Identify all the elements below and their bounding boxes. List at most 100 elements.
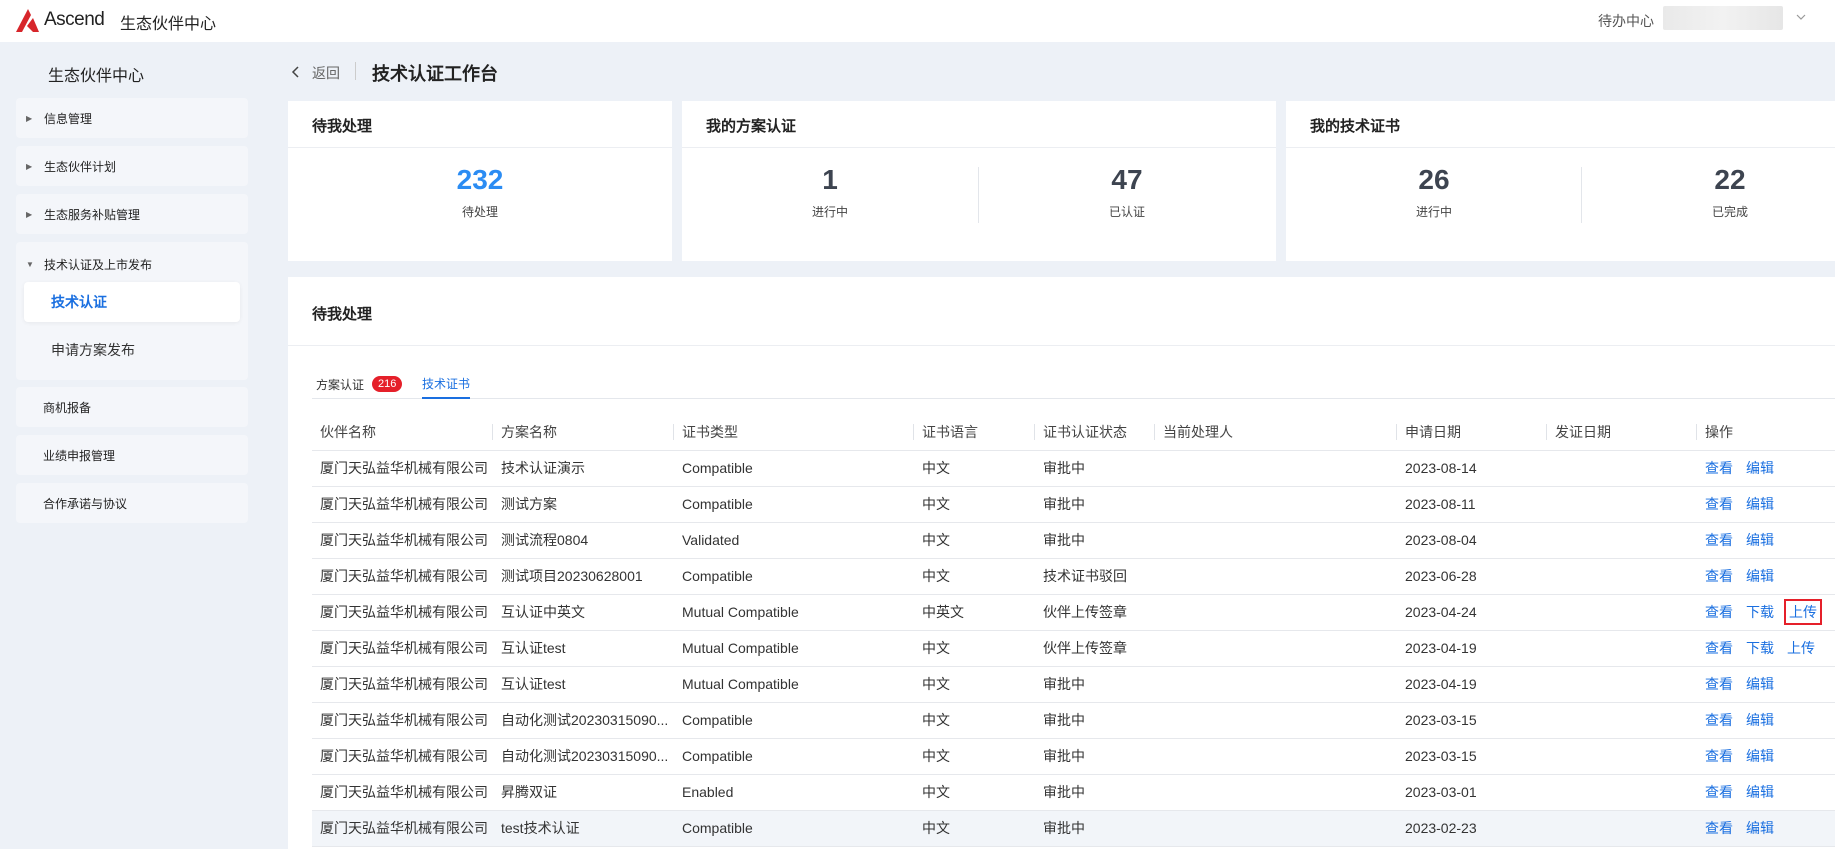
sidebar-item-performance-report[interactable]: 业绩申报管理 — [16, 435, 248, 475]
pending-panel: 待我处理 方案认证 216 技术证书 伙伴名称 方案名称 证书类型 证书语言 证… — [288, 277, 1835, 849]
table-cell-apply-date: 2023-08-04 — [1397, 522, 1547, 559]
table-row: 厦门天弘益华机械有限公司 互认证中英文 Mutual Compatible 中英文 伙伴… — [312, 594, 1835, 631]
table-cell-apply-date: 2023-03-15 — [1397, 738, 1547, 775]
table-row: 厦门天弘益华机械有限公司 测试流程0804 Validated 中文 审批中 2023-0… — [312, 522, 1835, 559]
edit-button[interactable]: 编辑 — [1746, 746, 1774, 766]
sidebar-item-agreements[interactable]: 合作承诺与协议 — [16, 483, 248, 523]
sidebar-item-tech-certification-release[interactable]: ▼ 技术认证及上市发布 — [16, 256, 152, 273]
edit-button[interactable]: 编辑 — [1746, 530, 1774, 550]
view-button[interactable]: 查看 — [1705, 782, 1733, 802]
edit-button[interactable]: 编辑 — [1746, 818, 1774, 838]
table-cell-actions: 查看 编辑 — [1697, 522, 1835, 559]
table-cell-type: Compatible — [674, 450, 914, 487]
table-cell-type: Validated — [674, 522, 914, 559]
table-cell-solution: 自动化测试20230315090... — [493, 738, 674, 775]
stat-solutions-certified[interactable]: 47 已认证 — [1077, 159, 1177, 220]
table-cell-apply-date: 2023-02-23 — [1397, 810, 1547, 847]
table-cell-partner: 厦门天弘益华机械有限公司 — [312, 558, 493, 595]
edit-button[interactable]: 编辑 — [1746, 782, 1774, 802]
column-header: 发证日期 — [1547, 414, 1697, 451]
stat-certificates-completed[interactable]: 22 已完成 — [1680, 159, 1780, 220]
ascend-logo[interactable]: Ascend — [14, 6, 105, 34]
table-cell-lang: 中文 — [914, 810, 1035, 847]
stat-pending[interactable]: 232 待处理 — [430, 159, 530, 220]
chevron-down-icon[interactable] — [1794, 10, 1808, 24]
sidebar-item-subsidy-management[interactable]: ▶ 生态服务补贴管理 — [16, 194, 248, 234]
table-cell-lang: 中文 — [914, 486, 1035, 523]
table-cell-issue-date — [1547, 630, 1697, 667]
user-name-redacted[interactable] — [1663, 6, 1783, 30]
edit-button[interactable]: 编辑 — [1746, 458, 1774, 478]
table-row: 厦门天弘益华机械有限公司 互认证test Mutual Compatible 中文 审批… — [312, 666, 1835, 703]
sidebar-item-opportunity-report[interactable]: 商机报备 — [16, 387, 248, 427]
edit-button[interactable]: 编辑 — [1746, 710, 1774, 730]
edit-button[interactable]: 编辑 — [1746, 674, 1774, 694]
todo-center-link[interactable]: 待办中心 — [1598, 11, 1654, 31]
table-cell-handler — [1155, 486, 1397, 523]
column-header: 证书语言 — [914, 414, 1035, 451]
stat-value: 1 — [822, 164, 838, 195]
tab-tech-certificate[interactable]: 技术证书 — [422, 369, 471, 399]
table-cell-partner: 厦门天弘益华机械有限公司 — [312, 450, 493, 487]
table-cell-handler — [1155, 558, 1397, 595]
table-header-row: 伙伴名称 方案名称 证书类型 证书语言 证书认证状态 当前处理人 申请日期 发证… — [312, 414, 1835, 451]
table-cell-partner: 厦门天弘益华机械有限公司 — [312, 774, 493, 811]
stat-value: 47 — [1111, 164, 1143, 195]
table-cell-type: Mutual Compatible — [674, 666, 914, 703]
sidebar-subitem-tech-certification[interactable]: 技术认证 — [24, 282, 240, 322]
table-cell-type: Compatible — [674, 558, 914, 595]
table-cell-partner: 厦门天弘益华机械有限公司 — [312, 738, 493, 775]
tab-label: 技术证书 — [422, 376, 471, 391]
view-button[interactable]: 查看 — [1705, 494, 1733, 514]
table-cell-issue-date — [1547, 486, 1697, 523]
table-row: 厦门天弘益华机械有限公司 技术认证演示 Compatible 中文 审批中 2023-08… — [312, 450, 1835, 487]
table-cell-actions: 查看 编辑 — [1697, 810, 1835, 847]
table-cell-solution: 昇腾双证 — [493, 774, 674, 811]
table-cell-issue-date — [1547, 810, 1697, 847]
column-header: 当前处理人 — [1155, 414, 1397, 451]
view-button[interactable]: 查看 — [1705, 458, 1733, 478]
table-cell-partner: 厦门天弘益华机械有限公司 — [312, 522, 493, 559]
upload-button[interactable]: 上传 — [1784, 599, 1822, 625]
view-button[interactable]: 查看 — [1705, 674, 1733, 694]
table-cell-issue-date — [1547, 702, 1697, 739]
back-button[interactable]: 返回 — [312, 63, 340, 83]
view-button[interactable]: 查看 — [1705, 638, 1733, 658]
divider — [682, 147, 1276, 148]
view-button[interactable]: 查看 — [1705, 710, 1733, 730]
chevron-left-icon[interactable] — [290, 65, 302, 79]
table-cell-issue-date — [1547, 774, 1697, 811]
table-cell-solution: 测试项目20230628001 — [493, 558, 674, 595]
sidebar-item-label: 商机报备 — [43, 400, 92, 415]
table-cell-issue-date — [1547, 594, 1697, 631]
column-header: 方案名称 — [493, 414, 674, 451]
card-title: 待我处理 — [312, 118, 373, 135]
view-button[interactable]: 查看 — [1705, 530, 1733, 550]
view-button[interactable]: 查看 — [1705, 602, 1733, 622]
view-button[interactable]: 查看 — [1705, 818, 1733, 838]
sidebar-subitem-apply-solution-release[interactable]: 申请方案发布 — [24, 330, 240, 370]
upload-button[interactable]: 上传 — [1787, 638, 1815, 658]
stat-solutions-in-progress[interactable]: 1 进行中 — [780, 159, 880, 220]
table-cell-handler — [1155, 810, 1397, 847]
sidebar-item-partner-plan[interactable]: ▶ 生态伙伴计划 — [16, 146, 248, 186]
edit-button[interactable]: 编辑 — [1746, 566, 1774, 586]
view-button[interactable]: 查看 — [1705, 566, 1733, 586]
download-button[interactable]: 下载 — [1746, 638, 1774, 658]
stat-label: 待处理 — [461, 205, 498, 219]
view-button[interactable]: 查看 — [1705, 746, 1733, 766]
table-row: 厦门天弘益华机械有限公司 自动化测试20230315090... Compatibl… — [312, 738, 1835, 775]
table-cell-type: Compatible — [674, 810, 914, 847]
certificate-table: 伙伴名称 方案名称 证书类型 证书语言 证书认证状态 当前处理人 申请日期 发证… — [312, 414, 1835, 847]
download-button[interactable]: 下载 — [1746, 602, 1774, 622]
edit-button[interactable]: 编辑 — [1746, 494, 1774, 514]
tab-solution-certification[interactable]: 方案认证 216 — [316, 369, 403, 399]
sidebar-item-label: 生态服务补贴管理 — [44, 207, 141, 222]
stat-certificates-in-progress[interactable]: 26 进行中 — [1384, 159, 1484, 220]
caret-down-icon: ▼ — [26, 260, 34, 269]
table-cell-issue-date — [1547, 666, 1697, 703]
card-my-solutions: 我的方案认证 1 进行中 47 已认证 — [682, 101, 1276, 261]
app-title: 生态伙伴中心 — [120, 16, 217, 33]
sidebar-item-info-management[interactable]: ▶ 信息管理 — [16, 98, 248, 138]
sidebar-title: 生态伙伴中心 — [48, 68, 145, 85]
